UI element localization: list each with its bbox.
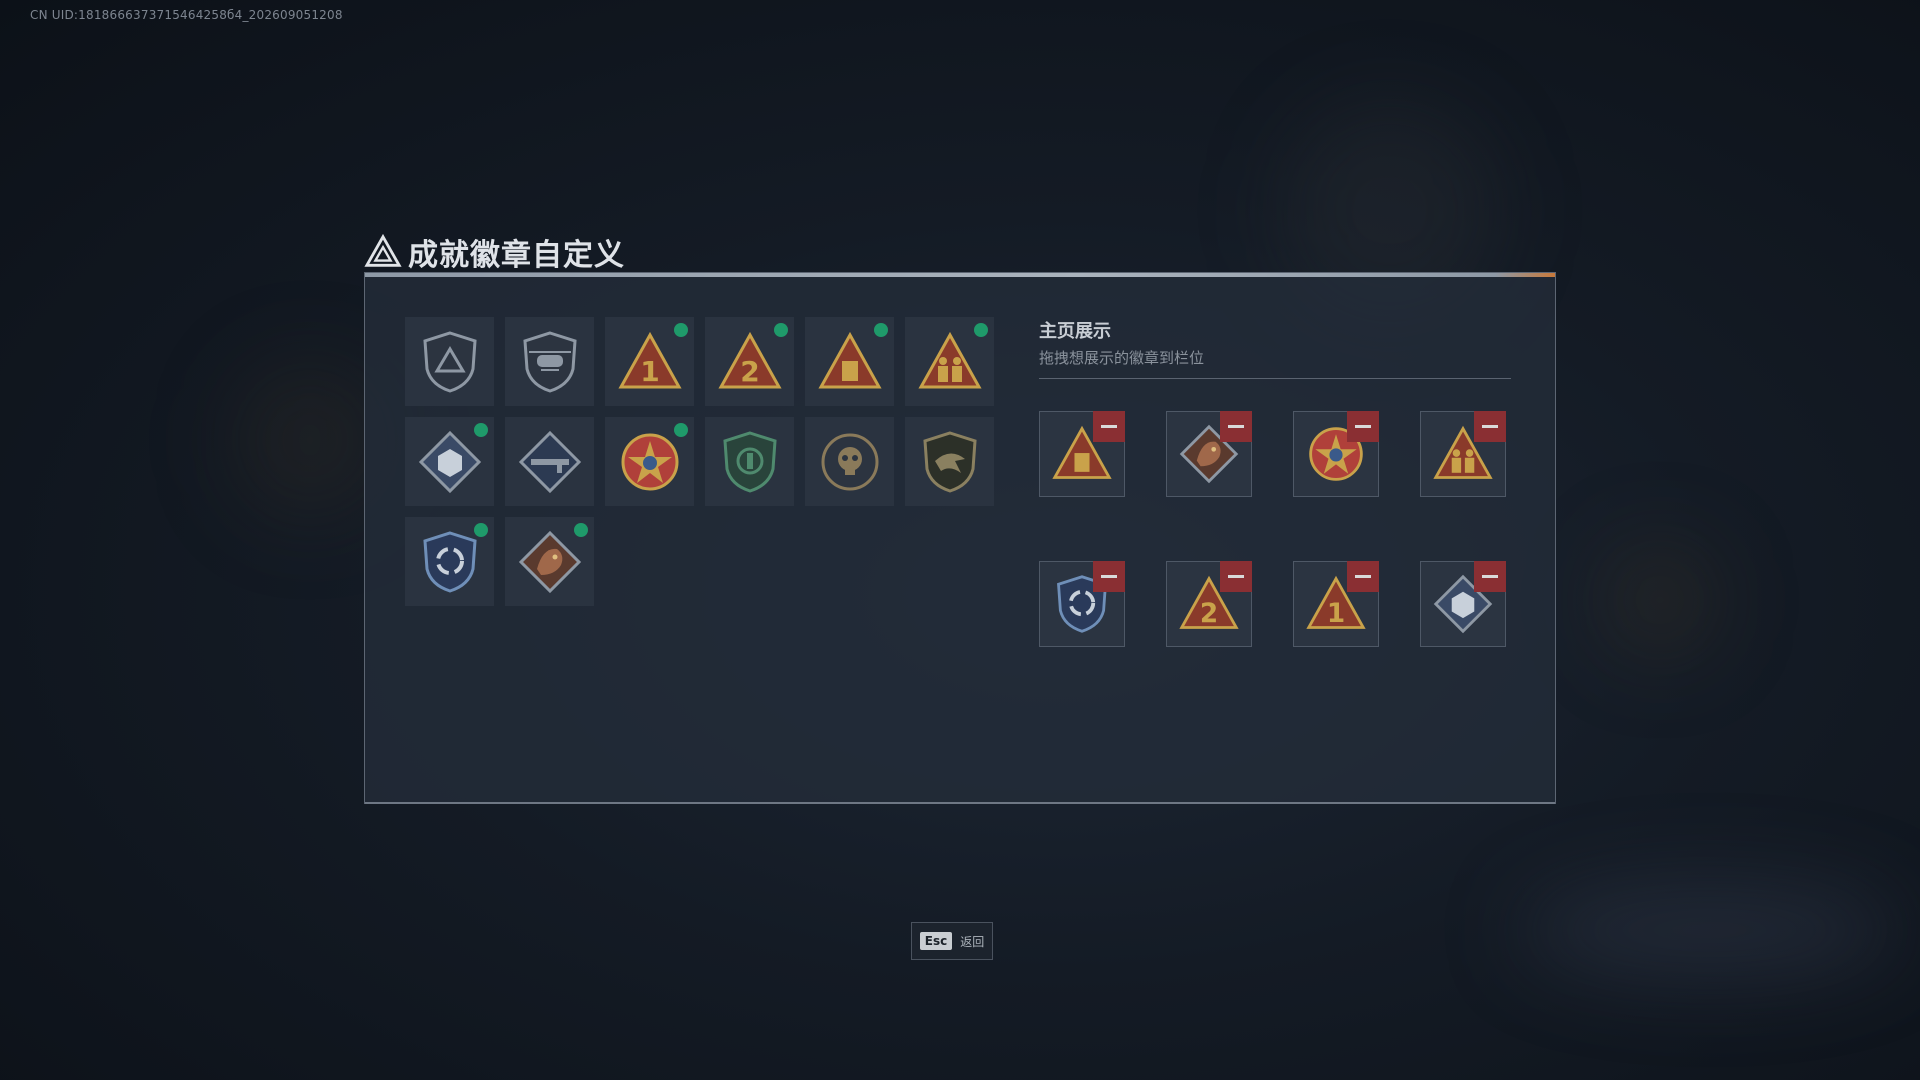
showcase-slot[interactable] — [1166, 411, 1252, 497]
remove-badge-button[interactable] — [1474, 411, 1506, 442]
homepage-showcase: 主页展示 拖拽想展示的徽章到栏位 2 1 — [1039, 317, 1511, 647]
page-header: 成就徽章自定义 — [364, 230, 625, 274]
divider — [1039, 378, 1511, 379]
diamond-cube-badge-icon — [418, 430, 481, 493]
showcase-slot[interactable] — [1039, 411, 1125, 497]
back-label: 返回 — [960, 934, 985, 949]
badge-customize-panel: 12 主页展示 拖拽想展示的徽章到栏位 21 — [364, 272, 1556, 804]
showcase-slot[interactable] — [1039, 561, 1125, 647]
minus-icon — [1482, 425, 1498, 428]
esc-key-icon: Esc — [919, 932, 953, 950]
remove-badge-button[interactable] — [1220, 411, 1252, 442]
badge-item[interactable] — [505, 517, 594, 606]
supply-crate-triangle-badge-icon — [817, 331, 882, 388]
showcase-slot[interactable]: 1 — [1293, 561, 1379, 647]
helicopter-badge-icon — [522, 330, 577, 393]
minus-icon — [1355, 425, 1371, 428]
badge-item[interactable] — [805, 417, 894, 506]
minus-icon — [1355, 575, 1371, 578]
recycle-shield-badge-icon — [422, 530, 477, 593]
badge-item[interactable] — [705, 417, 794, 506]
showcase-title: 主页展示 — [1039, 321, 1111, 342]
panel-bottom-line — [365, 802, 1555, 804]
svg-text:2: 2 — [1200, 599, 1218, 629]
new-indicator-dot — [674, 423, 688, 437]
new-indicator-dot — [774, 323, 788, 337]
svg-text:1: 1 — [1327, 599, 1345, 629]
badge-item[interactable] — [505, 317, 594, 406]
remove-badge-button[interactable] — [1093, 561, 1125, 592]
badge-collection-grid: 12 — [405, 317, 994, 606]
badge-item[interactable] — [405, 517, 494, 606]
panel-top-bar — [365, 273, 1555, 277]
showcase-slot[interactable] — [1293, 411, 1379, 497]
new-indicator-dot — [574, 523, 588, 537]
badge-item[interactable] — [905, 317, 994, 406]
number-1-triangle-badge-icon: 1 — [617, 331, 682, 388]
star-emblem-badge-icon — [621, 433, 678, 490]
showcase-slot[interactable] — [1420, 411, 1506, 497]
triangle-logo-icon — [364, 233, 402, 267]
new-indicator-dot — [474, 523, 488, 537]
remove-badge-button[interactable] — [1220, 561, 1252, 592]
svg-text:1: 1 — [640, 355, 659, 388]
badge-item[interactable] — [505, 417, 594, 506]
remove-badge-button[interactable] — [1347, 561, 1379, 592]
badge-item[interactable] — [405, 317, 494, 406]
new-indicator-dot — [974, 323, 988, 337]
skull-emblem-badge-icon — [821, 433, 878, 490]
showcase-slot[interactable]: 2 — [1166, 561, 1252, 647]
minus-icon — [1228, 425, 1244, 428]
minus-icon — [1101, 425, 1117, 428]
number-2-triangle-badge-icon: 2 — [717, 331, 782, 388]
minus-icon — [1482, 575, 1498, 578]
back-button[interactable]: Esc 返回 — [911, 922, 993, 960]
soldiers-triangle-badge-icon — [917, 331, 982, 388]
badge-item[interactable] — [605, 417, 694, 506]
eagle-shield-badge-icon — [922, 430, 977, 493]
new-indicator-dot — [874, 323, 888, 337]
triangle-shield-badge-icon — [422, 330, 477, 393]
diamond-rifle-badge-icon — [518, 430, 581, 493]
minus-icon — [1101, 575, 1117, 578]
minus-icon — [1228, 575, 1244, 578]
showcase-subtitle: 拖拽想展示的徽章到栏位 — [1039, 349, 1205, 367]
remove-badge-button[interactable] — [1093, 411, 1125, 442]
badge-item[interactable]: 2 — [705, 317, 794, 406]
showcase-slot[interactable] — [1420, 561, 1506, 647]
new-indicator-dot — [474, 423, 488, 437]
remove-badge-button[interactable] — [1474, 561, 1506, 592]
new-indicator-dot — [674, 323, 688, 337]
remove-badge-button[interactable] — [1347, 411, 1379, 442]
badge-item[interactable] — [805, 317, 894, 406]
dragon-diamond-badge-icon — [518, 530, 581, 593]
page-title: 成就徽章自定义 — [408, 238, 625, 273]
badge-item[interactable]: 1 — [605, 317, 694, 406]
badge-item[interactable] — [905, 417, 994, 506]
green-shield-badge-icon — [722, 430, 777, 493]
uid-label: CN UID:1818666373715464258б4_20260905120… — [30, 8, 343, 22]
svg-text:2: 2 — [740, 355, 759, 388]
badge-item[interactable] — [405, 417, 494, 506]
